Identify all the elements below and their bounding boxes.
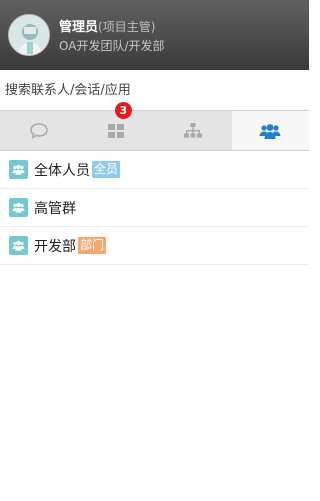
group-avatar-icon	[9, 236, 28, 255]
tab-apps[interactable]: 3	[77, 102, 154, 150]
group-name: 全体人员	[34, 162, 90, 179]
search-bar	[0, 70, 309, 110]
tab-groups[interactable]	[231, 111, 309, 150]
chat-bubble-icon	[29, 122, 48, 139]
user-name: 管理员	[59, 20, 99, 35]
org-chart-icon	[184, 122, 203, 137]
group-icon	[259, 123, 281, 139]
unread-badge: 3	[114, 102, 132, 119]
tab-organization[interactable]	[155, 111, 232, 150]
user-org: OA开发团队/开发部	[59, 39, 165, 53]
group-tag: 部门	[78, 237, 107, 254]
search-input[interactable]	[0, 70, 309, 110]
profile-header: 管理员(项目主管) OA开发团队/开发部	[0, 0, 309, 70]
group-avatar-glyph	[12, 164, 25, 175]
group-avatar-glyph	[12, 240, 25, 251]
avatar[interactable]	[8, 14, 50, 56]
user-name-line: 管理员(项目主管)	[59, 16, 155, 35]
list-item[interactable]: 高管群	[0, 189, 309, 227]
tab-bar: 3	[0, 102, 309, 151]
list-item[interactable]: 开发部 部门	[0, 227, 309, 265]
user-role: (项目主管)	[98, 20, 156, 34]
group-avatar-glyph	[12, 202, 25, 213]
group-list: 全体人员 全员 高管群 开发部 部门	[0, 151, 309, 265]
tab-conversations[interactable]	[0, 111, 77, 150]
group-name: 开发部	[34, 238, 76, 255]
avatar-image	[9, 15, 49, 55]
list-item[interactable]: 全体人员 全员	[0, 151, 309, 189]
group-avatar-icon	[9, 198, 28, 217]
group-tag: 全员	[92, 161, 121, 178]
group-name: 高管群	[34, 200, 76, 217]
apps-grid-icon	[107, 123, 124, 138]
group-avatar-icon	[9, 160, 28, 179]
